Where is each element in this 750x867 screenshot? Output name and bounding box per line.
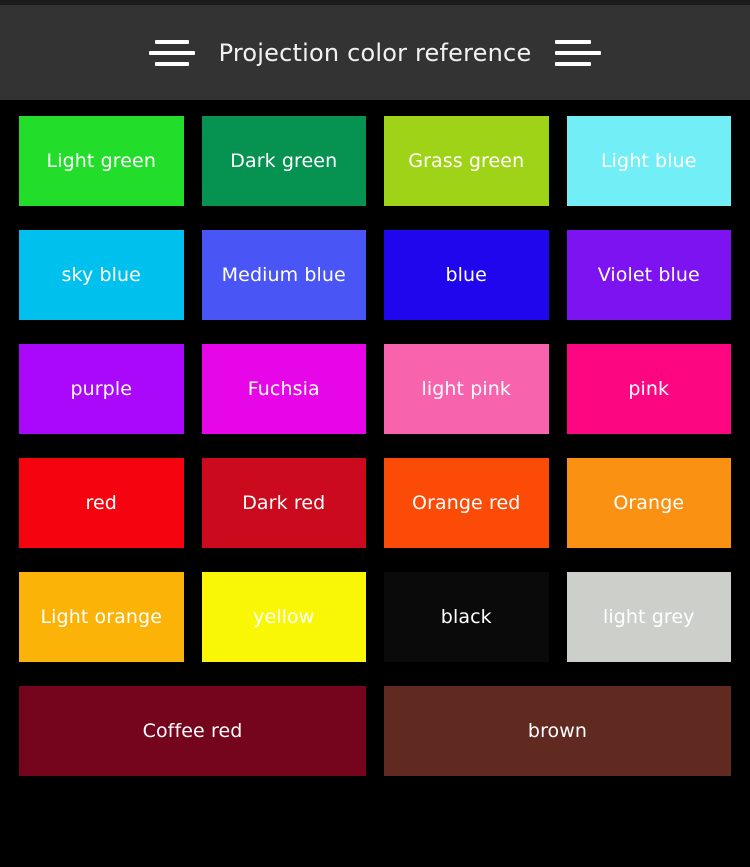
color-swatch-label: Orange red <box>412 491 521 514</box>
color-swatch-label: Orange <box>613 491 685 514</box>
color-swatch[interactable]: yellow <box>201 572 366 662</box>
color-swatch-label: blue <box>445 263 487 286</box>
color-swatch[interactable]: Orange red <box>384 458 549 548</box>
color-swatch[interactable]: Medium blue <box>201 230 366 320</box>
color-swatch-label: Light orange <box>40 605 163 628</box>
color-swatch[interactable]: brown <box>384 686 731 776</box>
menu-line <box>154 61 189 66</box>
swatch-row: Coffee red brown <box>19 686 731 776</box>
color-swatch-label: Light green <box>46 149 156 172</box>
menu-line <box>555 61 592 66</box>
color-swatch-label: yellow <box>253 605 315 628</box>
color-swatch[interactable]: Violet blue <box>566 230 731 320</box>
color-swatch-label: Light blue <box>600 149 697 172</box>
page-title: Projection color reference <box>218 38 532 67</box>
color-swatch[interactable]: light grey <box>566 572 731 662</box>
color-swatch-label: Dark red <box>242 491 326 514</box>
color-swatch[interactable]: black <box>384 572 549 662</box>
swatch-row: purple Fuchsia light pink pink <box>19 344 731 434</box>
color-swatch[interactable]: light pink <box>384 344 549 434</box>
swatch-row: Light orange yellow black light grey <box>19 572 731 662</box>
color-swatch[interactable]: Coffee red <box>19 686 366 776</box>
menu-lines-icon-left[interactable] <box>148 39 195 66</box>
swatch-row: Light green Dark green Grass green Light bl… <box>19 116 731 206</box>
color-swatch[interactable]: red <box>19 458 184 548</box>
color-swatch-label: Coffee red <box>142 719 243 742</box>
color-swatch-label: light pink <box>421 377 512 400</box>
color-swatch[interactable]: pink <box>566 344 731 434</box>
menu-line <box>154 39 189 44</box>
color-swatch-label: Medium blue <box>221 263 346 286</box>
swatch-row: sky blue Medium blue blue Violet blue <box>19 230 731 320</box>
color-swatch[interactable]: sky blue <box>19 230 184 320</box>
menu-line <box>148 50 195 55</box>
color-swatch-label: pink <box>628 377 670 400</box>
color-reference-app: Projection color reference Light green Da… <box>0 0 750 867</box>
color-swatch-label: light grey <box>602 605 695 628</box>
color-swatch[interactable]: Light orange <box>19 572 184 662</box>
color-swatch-label: brown <box>527 719 588 742</box>
color-swatch[interactable]: Light green <box>19 116 184 206</box>
color-swatch-label: black <box>440 605 492 628</box>
color-swatch-label: red <box>85 491 117 514</box>
app-header: Projection color reference <box>0 5 750 100</box>
color-swatch-label: Dark green <box>230 149 338 172</box>
color-swatch[interactable]: Orange <box>566 458 731 548</box>
color-swatch[interactable]: Fuchsia <box>201 344 366 434</box>
swatch-row: red Dark red Orange red Orange <box>19 458 731 548</box>
menu-line <box>555 39 592 44</box>
color-swatch[interactable]: Dark red <box>201 458 366 548</box>
color-swatch-label: Violet blue <box>597 263 700 286</box>
color-swatch[interactable]: Dark green <box>201 116 366 206</box>
color-swatch-label: purple <box>70 377 133 400</box>
color-swatch-label: sky blue <box>61 263 141 286</box>
menu-lines-icon-right[interactable] <box>555 39 602 66</box>
color-swatch[interactable]: Grass green <box>384 116 549 206</box>
color-swatch[interactable]: purple <box>19 344 184 434</box>
color-swatch[interactable]: Light blue <box>566 116 731 206</box>
color-swatch-grid: Light green Dark green Grass green Light bl… <box>0 100 750 776</box>
color-swatch-label: Grass green <box>408 149 525 172</box>
menu-line <box>555 50 602 55</box>
color-swatch[interactable]: blue <box>384 230 549 320</box>
color-swatch-label: Fuchsia <box>247 377 320 400</box>
